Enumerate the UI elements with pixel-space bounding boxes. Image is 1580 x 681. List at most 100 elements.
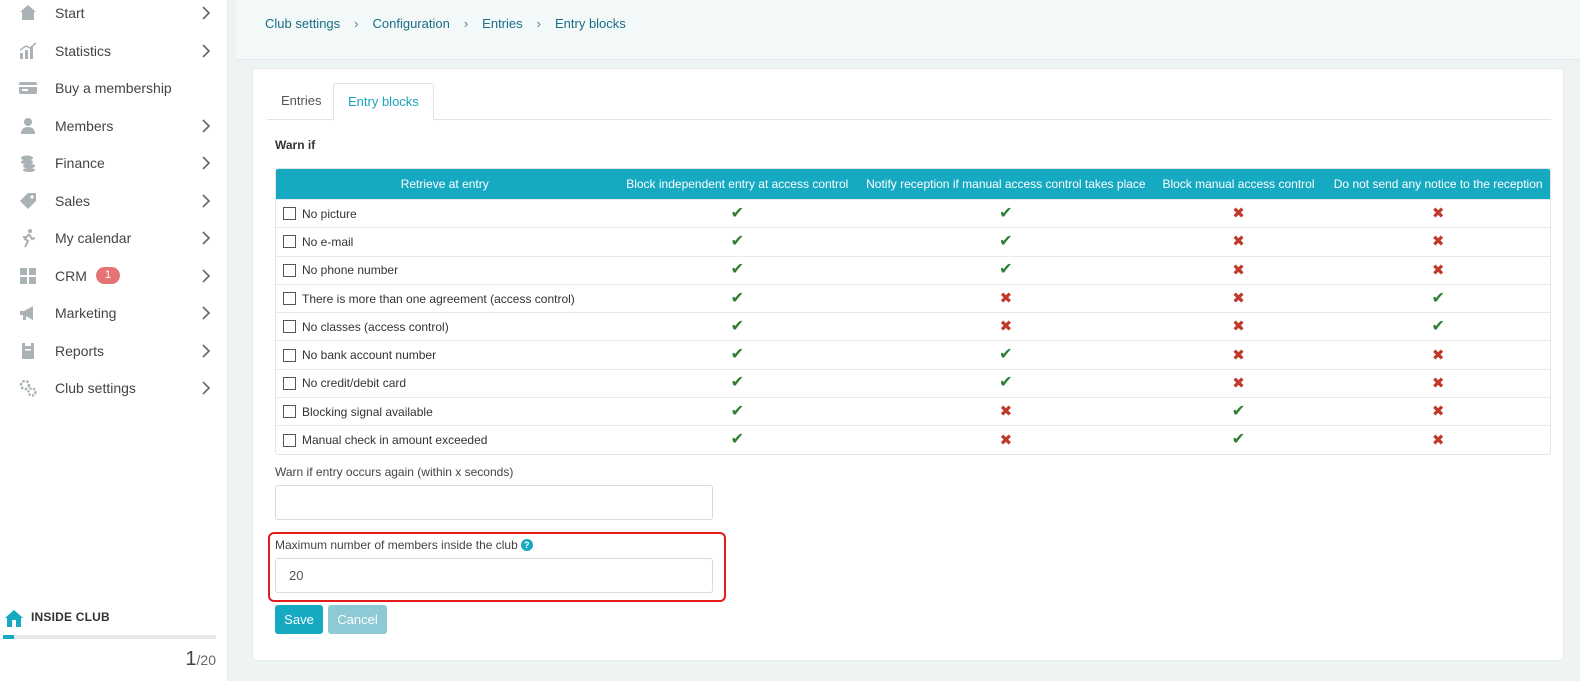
sidebar-item-label: My calendar bbox=[55, 230, 132, 246]
row-checkbox[interactable] bbox=[283, 263, 296, 277]
gear-icon bbox=[19, 379, 37, 397]
table-row: No picture ✔ ✔ ✖ ✖ bbox=[276, 199, 1550, 227]
tab-entries[interactable]: Entries bbox=[267, 83, 335, 120]
check-icon: ✔ bbox=[730, 204, 744, 222]
sidebar-item-reports[interactable]: Reports bbox=[0, 333, 228, 369]
check-icon: ✔ bbox=[999, 232, 1013, 250]
status-cell: ✔ bbox=[1151, 398, 1327, 425]
sidebar-item-crm[interactable]: CRM 1 bbox=[0, 258, 228, 294]
tab-bar: Entries Entry blocks bbox=[267, 83, 1551, 121]
crm-badge: 1 bbox=[96, 267, 120, 284]
tag-icon bbox=[20, 192, 36, 209]
sidebar-item-finance[interactable]: Finance bbox=[0, 145, 228, 181]
header-block-manual: Block manual access control bbox=[1162, 177, 1315, 191]
sidebar-item-start[interactable]: Start bbox=[0, 0, 228, 31]
cross-icon: ✖ bbox=[1232, 290, 1245, 308]
check-icon: ✔ bbox=[999, 346, 1013, 364]
tab-entry-blocks[interactable]: Entry blocks bbox=[333, 83, 434, 121]
sidebar-item-my-calendar[interactable]: My calendar bbox=[0, 220, 228, 256]
row-checkbox[interactable] bbox=[283, 433, 296, 447]
house-icon bbox=[5, 610, 23, 627]
row-checkbox[interactable] bbox=[283, 376, 296, 390]
row-label: No e-mail bbox=[302, 234, 354, 249]
row-label-cell: No e-mail bbox=[276, 228, 613, 255]
check-icon: ✔ bbox=[999, 374, 1013, 392]
sidebar-item-label: Club settings bbox=[55, 380, 136, 396]
cross-icon: ✖ bbox=[1232, 205, 1245, 223]
row-checkbox[interactable] bbox=[283, 235, 296, 249]
check-icon: ✔ bbox=[730, 346, 744, 364]
sidebar-item-label: Statistics bbox=[55, 42, 112, 59]
cancel-button[interactable]: Cancel bbox=[328, 605, 387, 634]
chevron-right-icon bbox=[202, 231, 211, 245]
cross-icon: ✖ bbox=[1431, 431, 1445, 449]
row-checkbox[interactable] bbox=[283, 292, 296, 306]
status-cell: ✔ bbox=[613, 285, 861, 312]
row-label-cell: There is more than one agreement (access… bbox=[276, 285, 613, 312]
status-cell: ✖ bbox=[1151, 285, 1327, 312]
chevron-right-icon bbox=[202, 306, 211, 320]
check-icon: ✔ bbox=[730, 289, 744, 307]
max-members-input[interactable] bbox=[275, 558, 713, 593]
topbar: Club settings › Configuration › Entries › Entr… bbox=[236, 0, 1580, 60]
coins-icon bbox=[21, 155, 35, 172]
save-button[interactable]: Save bbox=[275, 605, 323, 634]
breadcrumb-separator-icon: › bbox=[463, 16, 469, 31]
table-row: No phone number ✔ ✔ ✖ ✖ bbox=[276, 255, 1550, 284]
check-icon: ✔ bbox=[1431, 317, 1445, 335]
breadcrumb-item[interactable]: Entry blocks bbox=[555, 16, 626, 31]
table-row: No e-mail ✔ ✔ ✖ ✖ bbox=[276, 227, 1550, 255]
status-cell: ✖ bbox=[1151, 257, 1327, 284]
home-icon bbox=[20, 5, 36, 20]
sidebar-item-club-settings[interactable]: Club settings bbox=[0, 370, 228, 406]
person-icon bbox=[21, 117, 35, 134]
row-checkbox[interactable] bbox=[283, 348, 296, 362]
grid-icon bbox=[20, 267, 36, 284]
help-icon[interactable]: ? bbox=[520, 539, 533, 551]
status-cell: ✖ bbox=[861, 285, 1151, 312]
sidebar-item-sales[interactable]: Sales bbox=[0, 183, 228, 219]
status-cell: ✖ bbox=[1151, 228, 1327, 255]
row-label: Manual check in amount exceeded bbox=[302, 433, 488, 448]
table-header: Retrieve at entry Block independent entr… bbox=[276, 169, 1550, 199]
check-icon: ✔ bbox=[730, 232, 744, 250]
breadcrumb-item[interactable]: Configuration bbox=[373, 16, 450, 31]
cross-icon: ✖ bbox=[1431, 261, 1445, 279]
cross-icon: ✖ bbox=[999, 318, 1013, 336]
status-cell: ✔ bbox=[613, 313, 861, 340]
status-cell: ✖ bbox=[1326, 370, 1550, 397]
sidebar-item-members[interactable]: Members bbox=[0, 108, 228, 144]
sidebar-item-statistics[interactable]: Statistics bbox=[0, 33, 228, 69]
row-label-cell: No phone number bbox=[276, 257, 613, 284]
header-retrieve: Retrieve at entry bbox=[400, 177, 489, 191]
row-label-cell: No picture bbox=[276, 200, 613, 227]
breadcrumb-item[interactable]: Entries bbox=[482, 16, 522, 31]
table-row: No credit/debit card ✔ ✔ ✖ ✖ bbox=[276, 368, 1550, 397]
status-cell: ✖ bbox=[1151, 370, 1327, 397]
row-checkbox[interactable] bbox=[283, 207, 296, 221]
sidebar-item-buy-a-membership[interactable]: Buy a membership bbox=[0, 70, 228, 106]
row-checkbox[interactable] bbox=[283, 320, 296, 334]
chevron-right-icon bbox=[202, 193, 211, 208]
inside-club-label: INSIDE CLUB bbox=[31, 610, 110, 624]
check-icon: ✔ bbox=[730, 374, 744, 392]
entry-blocks-card: Entries Entry blocks Warn if Retrieve at… bbox=[252, 68, 1564, 661]
check-icon: ✔ bbox=[999, 204, 1013, 222]
breadcrumb-item[interactable]: Club settings bbox=[265, 16, 340, 31]
max-members-label-text: Maximum number of members inside the clu… bbox=[275, 538, 518, 552]
cross-icon: ✖ bbox=[1431, 233, 1445, 251]
status-cell: ✖ bbox=[1326, 398, 1550, 425]
table-row: There is more than one agreement (access… bbox=[276, 283, 1550, 312]
repeat-entry-input[interactable] bbox=[275, 485, 713, 520]
row-checkbox[interactable] bbox=[283, 405, 296, 419]
status-cell: ✖ bbox=[1151, 313, 1327, 340]
status-cell: ✔ bbox=[861, 341, 1151, 368]
sidebar-item-marketing[interactable]: Marketing bbox=[0, 295, 228, 331]
row-label: No phone number bbox=[302, 263, 399, 278]
inside-club-count: 1/20 bbox=[185, 648, 216, 671]
inside-club-current: 1 bbox=[185, 648, 197, 670]
row-label: No credit/debit card bbox=[302, 376, 407, 391]
card-icon bbox=[19, 82, 37, 94]
row-label-cell: No classes (access control) bbox=[276, 313, 613, 340]
max-members-label: Maximum number of members inside the clu… bbox=[275, 538, 533, 552]
